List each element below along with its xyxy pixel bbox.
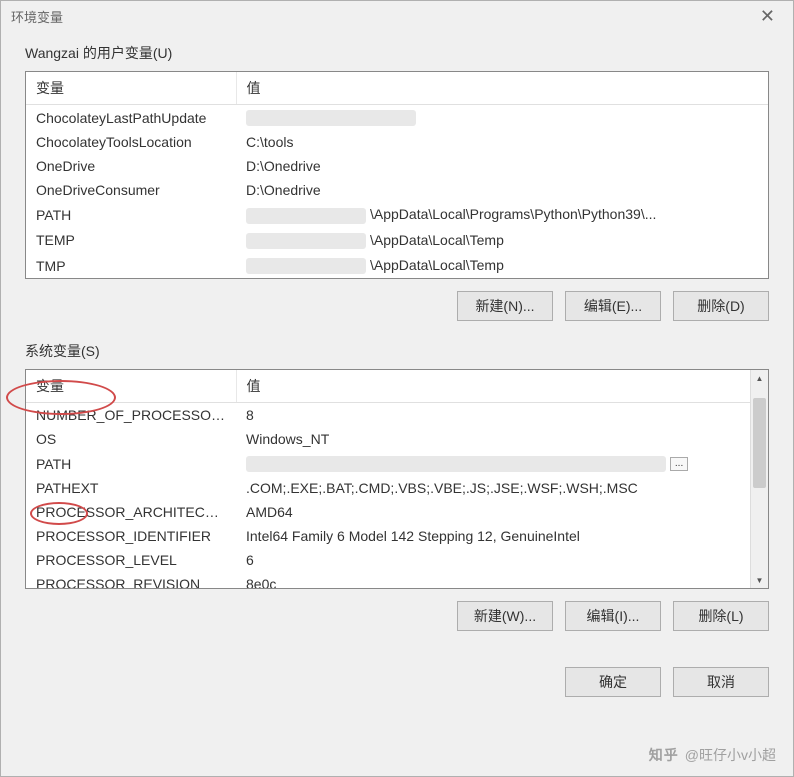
system-button-row: 新建(W)... 编辑(I)... 删除(L) <box>25 601 769 631</box>
cell-var: PATH <box>26 202 236 227</box>
cell-val: 8e0c <box>236 572 750 588</box>
user-group-label: Wangzai 的用户变量(U) <box>25 43 769 63</box>
cell-val: 8 <box>236 403 750 428</box>
system-scrollbar[interactable]: ▲ ▼ <box>750 370 768 588</box>
watermark: 知乎 @旺仔小v小超 <box>649 745 776 765</box>
scrollbar-thumb[interactable] <box>753 398 766 488</box>
table-row[interactable]: TEMP \AppData\Local\Temp <box>26 228 768 253</box>
system-edit-button[interactable]: 编辑(I)... <box>565 601 661 631</box>
env-var-dialog: 环境变量 ✕ Wangzai 的用户变量(U) 变量 值 ChocolateyL… <box>0 0 794 777</box>
watermark-author: @旺仔小v小超 <box>685 745 776 765</box>
table-row[interactable]: OS Windows_NT <box>26 427 750 451</box>
dialog-titlebar: 环境变量 ✕ <box>1 1 793 31</box>
cell-val: D:\Onedrive <box>236 154 768 178</box>
zhihu-logo-icon: 知乎 <box>649 745 679 765</box>
system-table-container: 变量 值 NUMBER_OF_PROCESSORS 8 OS Win <box>25 369 769 589</box>
cell-val: 6 <box>236 548 750 572</box>
cell-var: TEMP <box>26 228 236 253</box>
col-header-var[interactable]: 变量 <box>26 370 236 403</box>
cell-var: NUMBER_OF_PROCESSORS <box>26 403 236 428</box>
table-row[interactable]: OneDriveConsumer D:\Onedrive <box>26 178 768 202</box>
cell-var: ChocolateyToolsLocation <box>26 130 236 154</box>
table-row[interactable]: PROCESSOR_ARCHITECTURE AMD64 <box>26 500 750 524</box>
table-row[interactable]: PATHEXT .COM;.EXE;.BAT;.CMD;.VBS;.VBE;.J… <box>26 476 750 500</box>
scroll-down-icon[interactable]: ▼ <box>751 572 768 588</box>
system-group-label: 系统变量(S) <box>25 341 769 361</box>
dialog-title: 环境变量 <box>11 7 63 26</box>
cell-var: PROCESSOR_LEVEL <box>26 548 236 572</box>
cell-var: ChocolateyLastPathUpdate <box>26 105 236 131</box>
browse-icon[interactable]: ... <box>670 457 688 471</box>
dialog-footer: 确定 取消 <box>1 659 793 709</box>
cell-val <box>236 105 768 131</box>
cell-var: OneDriveConsumer <box>26 178 236 202</box>
ok-button[interactable]: 确定 <box>565 667 661 697</box>
system-env-table[interactable]: 变量 值 NUMBER_OF_PROCESSORS 8 OS Win <box>26 370 750 588</box>
cell-var: PATH <box>26 451 236 476</box>
system-variables-group: 系统变量(S) 变量 值 NUMBER_OF_PROCESSORS <box>25 341 769 631</box>
table-row[interactable]: TMP \AppData\Local\Temp <box>26 253 768 278</box>
table-row[interactable]: ChocolateyToolsLocation C:\tools <box>26 130 768 154</box>
user-env-table[interactable]: 变量 值 ChocolateyLastPathUpdate Chocolatey… <box>26 72 768 278</box>
cell-val: \AppData\Local\Temp <box>236 253 768 278</box>
cell-val: D:\Onedrive <box>236 178 768 202</box>
cell-val: .COM;.EXE;.BAT;.CMD;.VBS;.VBE;.JS;.JSE;.… <box>236 476 750 500</box>
table-row[interactable]: PROCESSOR_REVISION 8e0c <box>26 572 750 588</box>
user-table-container: 变量 值 ChocolateyLastPathUpdate Chocolatey… <box>25 71 769 279</box>
user-button-row: 新建(N)... 编辑(E)... 删除(D) <box>25 291 769 321</box>
cell-var: OS <box>26 427 236 451</box>
table-row[interactable]: PATH ... <box>26 451 750 476</box>
cell-val: ... <box>236 451 750 476</box>
system-new-button[interactable]: 新建(W)... <box>457 601 553 631</box>
cell-val: AMD64 <box>236 500 750 524</box>
cell-var: PROCESSOR_ARCHITECTURE <box>26 500 236 524</box>
cell-var: PATHEXT <box>26 476 236 500</box>
table-row[interactable]: PROCESSOR_IDENTIFIER Intel64 Family 6 Mo… <box>26 524 750 548</box>
cell-val: C:\tools <box>236 130 768 154</box>
cell-var: PROCESSOR_IDENTIFIER <box>26 524 236 548</box>
cell-val: Windows_NT <box>236 427 750 451</box>
table-row[interactable]: PROCESSOR_LEVEL 6 <box>26 548 750 572</box>
cancel-button[interactable]: 取消 <box>673 667 769 697</box>
table-row[interactable]: PATH \AppData\Local\Programs\Python\Pyth… <box>26 202 768 227</box>
cell-val: Intel64 Family 6 Model 142 Stepping 12, … <box>236 524 750 548</box>
cell-var: TMP <box>26 253 236 278</box>
cell-var: PROCESSOR_REVISION <box>26 572 236 588</box>
dialog-content: Wangzai 的用户变量(U) 变量 值 ChocolateyLastPath… <box>1 31 793 659</box>
cell-val: \AppData\Local\Programs\Python\Python39\… <box>236 202 768 227</box>
user-edit-button[interactable]: 编辑(E)... <box>565 291 661 321</box>
close-icon[interactable]: ✕ <box>752 6 783 27</box>
col-header-val[interactable]: 值 <box>236 370 750 403</box>
user-delete-button[interactable]: 删除(D) <box>673 291 769 321</box>
table-row[interactable]: NUMBER_OF_PROCESSORS 8 <box>26 403 750 428</box>
user-new-button[interactable]: 新建(N)... <box>457 291 553 321</box>
col-header-var[interactable]: 变量 <box>26 72 236 105</box>
table-row[interactable]: ChocolateyLastPathUpdate <box>26 105 768 131</box>
cell-val: \AppData\Local\Temp <box>236 228 768 253</box>
col-header-val[interactable]: 值 <box>236 72 768 105</box>
system-delete-button[interactable]: 删除(L) <box>673 601 769 631</box>
table-row[interactable]: OneDrive D:\Onedrive <box>26 154 768 178</box>
cell-var: OneDrive <box>26 154 236 178</box>
user-variables-group: Wangzai 的用户变量(U) 变量 值 ChocolateyLastPath… <box>25 43 769 321</box>
scroll-up-icon[interactable]: ▲ <box>751 370 768 386</box>
